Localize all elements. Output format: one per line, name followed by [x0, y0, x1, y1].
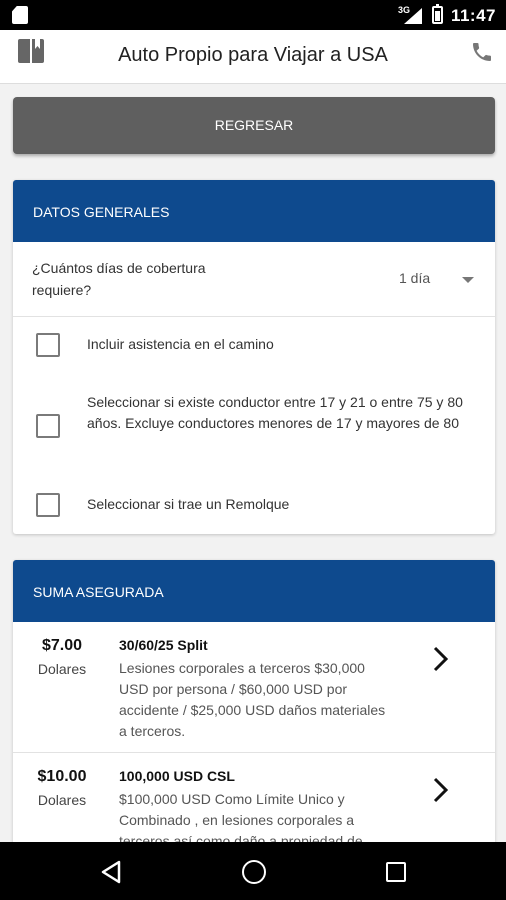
signal-icon — [404, 8, 422, 24]
insured-amount-card: SUMA ASEGURADA $7.00 Dolares 30/60/25 Sp… — [13, 560, 495, 850]
plan-name: 100,000 USD CSL — [119, 768, 235, 784]
dropdown-arrow-icon — [462, 277, 474, 283]
chevron-right-icon[interactable] — [433, 646, 449, 672]
option-label: Seleccionar si trae un Remolque — [87, 496, 290, 512]
checkbox[interactable] — [36, 333, 60, 357]
general-data-header: DATOS GENERALES — [13, 180, 495, 242]
page-title: Auto Propio para Viajar a USA — [118, 44, 388, 66]
plan-name: 30/60/25 Split — [119, 637, 208, 653]
plan-currency: Dolares — [37, 792, 87, 808]
phone-icon[interactable] — [470, 40, 494, 64]
insured-amount-header: SUMA ASEGURADA — [13, 560, 495, 622]
days-question: ¿Cuántos días de cobertura requiere? — [32, 260, 206, 298]
nav-recent-apps-icon[interactable] — [386, 862, 406, 882]
plan-price: $10.00 — [37, 768, 87, 785]
days-value: 1 día — [399, 270, 431, 286]
plan-price: $7.00 — [41, 637, 83, 654]
plan-description: $100,000 USD Como Límite Unico y Combina… — [119, 791, 363, 849]
option-label: Incluir asistencia en el camino — [87, 336, 274, 352]
plan-row[interactable]: $10.00 Dolares 100,000 USD CSL $100,000 … — [13, 753, 495, 850]
sd-card-icon — [12, 6, 28, 24]
nav-back-icon[interactable] — [100, 860, 122, 884]
general-data-card: DATOS GENERALES ¿Cuántos días de cobertu… — [13, 180, 495, 534]
battery-icon — [432, 4, 443, 24]
chevron-right-icon[interactable] — [433, 777, 449, 803]
option-label: Seleccionar si existe conductor entre 17… — [87, 394, 463, 431]
nav-home-icon[interactable] — [242, 860, 266, 884]
checkbox[interactable] — [36, 493, 60, 517]
status-time: 11:47 — [450, 6, 496, 25]
checkbox[interactable] — [36, 414, 60, 438]
back-button[interactable]: REGRESAR — [13, 97, 495, 154]
status-bar: 3G 11:47 — [0, 0, 506, 30]
plan-row[interactable]: $7.00 Dolares 30/60/25 Split Lesiones co… — [13, 622, 495, 753]
days-select[interactable]: ¿Cuántos días de cobertura requiere? 1 d… — [13, 242, 495, 317]
app-bar: Auto Propio para Viajar a USA — [0, 30, 506, 84]
navigation-bar — [0, 842, 506, 900]
plan-currency: Dolares — [37, 661, 87, 677]
plan-description: Lesiones corporales a terceros $30,000 U… — [119, 660, 386, 739]
